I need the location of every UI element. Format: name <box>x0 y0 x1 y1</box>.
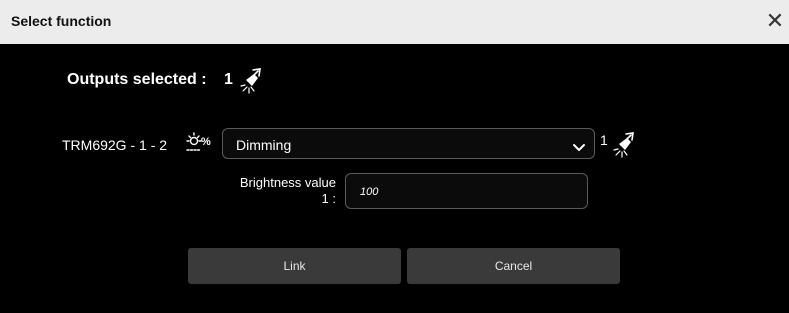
selected-lamp-icon <box>240 66 266 94</box>
dialog-title: Select function <box>11 13 112 29</box>
brightness-label: Brightness value 1 : <box>210 175 336 207</box>
selected-count: 1 <box>600 132 608 148</box>
outputs-selected-label: Outputs selected : <box>67 71 207 88</box>
svg-text:%: % <box>201 136 211 148</box>
brightness-label-line2: 1 : <box>321 191 336 206</box>
link-button[interactable]: Link <box>188 248 401 284</box>
outputs-selected-count: 1 <box>224 71 233 88</box>
dimmer-percent-icon: % <box>185 132 215 159</box>
dialog-content: Outputs selected : 1 TRM692G - 1 - 2 % D… <box>10 44 789 313</box>
chevron-down-icon[interactable] <box>572 139 586 157</box>
brightness-value-text: 100 <box>360 186 379 198</box>
brightness-label-line1: Brightness value <box>239 175 336 190</box>
dialog-titlebar: Select function ✕ <box>0 0 789 44</box>
device-label: TRM692G - 1 - 2 <box>62 137 168 153</box>
function-select[interactable]: Dimming <box>222 128 595 159</box>
close-icon[interactable]: ✕ <box>765 10 785 32</box>
selected-lamp-icon <box>613 130 639 158</box>
brightness-value-input[interactable]: 100 <box>345 173 588 209</box>
function-select-value: Dimming <box>236 137 292 153</box>
cancel-button[interactable]: Cancel <box>407 248 620 284</box>
